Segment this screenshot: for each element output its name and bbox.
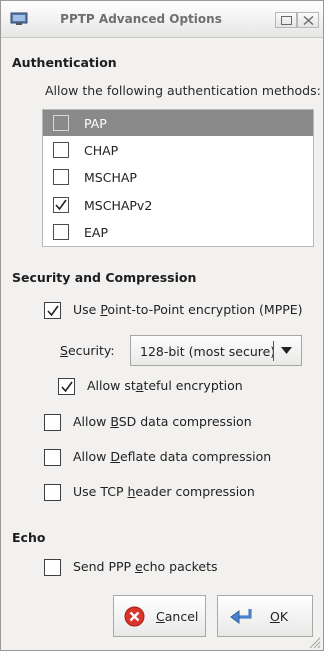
stateful-encryption-checkbox[interactable] (58, 378, 75, 395)
mschap-checkbox[interactable] (53, 169, 69, 185)
security-compression-heading: Security and Compression (12, 270, 197, 285)
bsd-compression-label: Allow BSD data compression (73, 414, 252, 429)
authentication-prompt: Allow the following authentication metho… (45, 83, 321, 98)
deflate-compression-checkbox[interactable] (44, 449, 61, 466)
dropdown-separator (273, 341, 274, 361)
stateful-encryption-option[interactable]: Allow stateful encryption (58, 376, 298, 398)
pap-checkbox[interactable] (53, 115, 69, 131)
auth-method-label: MSCHAP (84, 170, 137, 185)
tcp-header-compression-label: Use TCP header compression (73, 484, 255, 499)
auth-method-label: CHAP (84, 143, 119, 158)
auth-method-chap[interactable]: CHAP (43, 137, 313, 163)
authentication-heading: Authentication (12, 55, 117, 70)
network-icon (10, 12, 28, 25)
mppe-checkbox[interactable] (44, 302, 61, 319)
auth-method-mschapv2[interactable]: MSCHAPv2 (43, 192, 313, 218)
deflate-compression-option[interactable]: Allow Deflate data compression (44, 447, 304, 469)
tcp-header-compression-option[interactable]: Use TCP header compression (44, 482, 304, 504)
echo-packets-label: Send PPP echo packets (73, 559, 218, 574)
close-button[interactable] (297, 12, 319, 28)
ok-button[interactable]: OK (217, 595, 313, 637)
authentication-methods-list: PAP CHAP MSCHAP MSCHAPv2 EAP (42, 109, 314, 247)
bsd-compression-checkbox[interactable] (44, 414, 61, 431)
cancel-icon (124, 606, 145, 627)
echo-heading: Echo (12, 530, 46, 545)
dropdown-arrow-icon (281, 347, 292, 354)
tcp-header-compression-checkbox[interactable] (44, 484, 61, 501)
bsd-compression-option[interactable]: Allow BSD data compression (44, 412, 304, 434)
cancel-button[interactable]: Cancel (113, 595, 206, 637)
auth-method-label: EAP (84, 225, 108, 240)
checkmark-icon (55, 199, 67, 211)
stateful-encryption-label: Allow stateful encryption (87, 378, 243, 393)
mschapv2-checkbox[interactable] (53, 197, 69, 213)
maximize-button[interactable] (275, 12, 297, 28)
resize-grip-icon[interactable] (307, 635, 321, 649)
auth-method-mschap[interactable]: MSCHAP (43, 164, 313, 190)
auth-method-label: MSCHAPv2 (84, 198, 153, 213)
echo-packets-checkbox[interactable] (44, 559, 61, 576)
mppe-option[interactable]: Use Point-to-Point encryption (MPPE) (44, 300, 314, 322)
auth-method-pap[interactable]: PAP (43, 110, 313, 136)
ok-label: OK (270, 609, 289, 624)
checkmark-icon (61, 381, 73, 393)
mppe-label: Use Point-to-Point encryption (MPPE) (73, 302, 303, 317)
pptp-advanced-options-dialog: PPTP Advanced Options Authentication All… (0, 0, 324, 651)
window-title: PPTP Advanced Options (60, 12, 222, 26)
deflate-compression-label: Allow Deflate data compression (73, 449, 272, 464)
close-icon (303, 16, 314, 25)
security-level-dropdown[interactable]: 128-bit (most secure) (130, 335, 302, 366)
security-level-value: 128-bit (most secure) (140, 344, 276, 359)
title-bar[interactable]: PPTP Advanced Options (1, 1, 323, 38)
cancel-label: Cancel (156, 609, 199, 624)
eap-checkbox[interactable] (53, 224, 69, 240)
auth-method-eap[interactable]: EAP (43, 219, 313, 245)
security-label: Security: (60, 343, 115, 358)
ok-icon (230, 609, 252, 624)
auth-method-label: PAP (84, 116, 107, 131)
chap-checkbox[interactable] (53, 142, 69, 158)
checkmark-icon (47, 305, 59, 317)
echo-packets-option[interactable]: Send PPP echo packets (44, 557, 304, 579)
maximize-icon (281, 16, 292, 25)
